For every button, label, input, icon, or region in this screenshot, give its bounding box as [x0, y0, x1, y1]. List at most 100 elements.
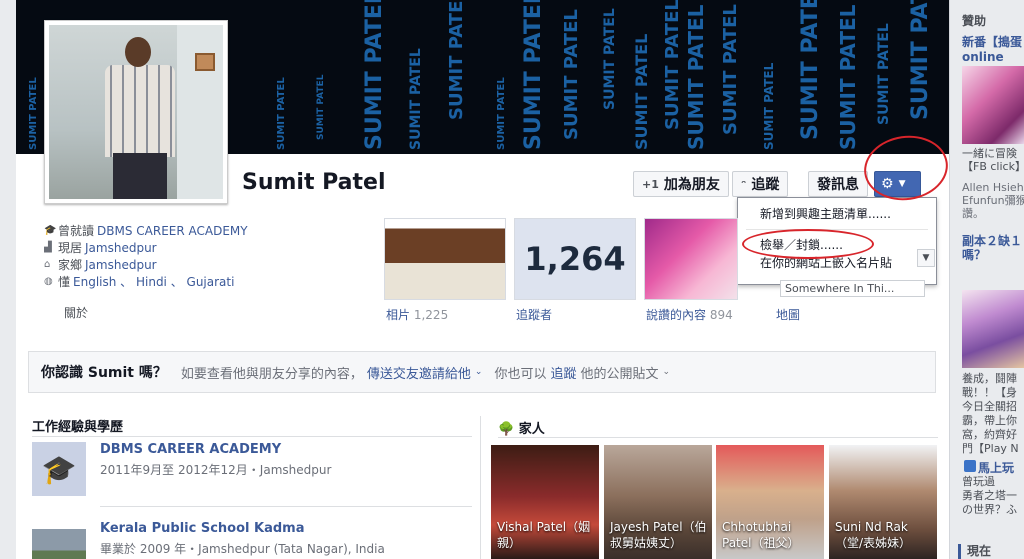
sidebar-footer[interactable]: 現在 [958, 544, 991, 559]
followers-count: 1,264 [524, 240, 626, 278]
work-education-title: 工作經驗與學歷 [32, 420, 124, 435]
photos-count: 1,225 [413, 308, 449, 322]
ad-text: 今日全關招 [962, 400, 1017, 413]
ad-title[interactable]: 馬上玩 [964, 460, 1014, 476]
about-link[interactable]: 關於 [64, 304, 88, 321]
sponsored-title: 贊助 [962, 14, 987, 28]
cover-text: SUMIT PATEL [276, 77, 287, 150]
family-member-caption: Jayesh Patel（伯叔舅姑姨丈） [610, 520, 707, 550]
info-value-link[interactable]: DBMS CAREER ACADEMY [97, 224, 248, 238]
education-detail: 畢業於 2009 年・Jamshedpur (Tata Nagar), Indi… [100, 542, 385, 556]
family-member-caption: Suni Nd Rak（堂/表姊妹） [835, 520, 912, 550]
cover-text: SUMIT PATEL [602, 8, 618, 110]
info-value-link[interactable]: Jamshedpur [85, 258, 157, 272]
family-member[interactable]: Suni Nd Rak（堂/表姊妹） [829, 445, 937, 559]
ad-text: 一緒に冒険 [962, 147, 1017, 160]
ad-social: Efunfun彌猴 [962, 194, 1024, 207]
profile-picture[interactable] [44, 20, 228, 204]
follow-link[interactable]: 追蹤 [550, 363, 576, 382]
left-margin [0, 0, 16, 559]
ad-social: Allen Hsieh [962, 181, 1024, 194]
family-member-caption: Vishal Patel（姻親） [497, 520, 591, 550]
cover-text: SUMIT PATEL [561, 9, 582, 140]
know-him-bar: 你認識 Sumit 嗎？ 如要查看他與朋友分享的內容， 傳送交友邀請給他 ⌄ 你… [28, 351, 936, 393]
know-text-2: 你也可以 [494, 366, 547, 382]
home-icon: ⌂ [44, 259, 51, 270]
family-member-caption: Chhotubhai Patel（祖父） [722, 520, 800, 550]
likes-label: 說讚的內容 [646, 308, 707, 322]
cover-text: SUMIT PATEL [876, 23, 892, 125]
message-button[interactable]: 發訊息 [808, 171, 868, 197]
cover-text: SUMIT PATEL [720, 4, 741, 135]
map-tile-label[interactable]: 地圖 [776, 306, 800, 323]
ad-title[interactable]: 嗎？ [962, 248, 986, 263]
cover-text: SUMIT PATEL [632, 33, 651, 150]
education-school[interactable]: Kerala Public School Kadma [100, 521, 304, 536]
dropdown-caret-icon[interactable]: ⌄ [663, 367, 671, 377]
info-row-hometown: ⌂ 家鄉 Jamshedpur [44, 256, 374, 273]
cover-text: SUMIT PATEL [446, 0, 467, 120]
sponsored-sidebar: 贊助 新番【搗蛋 online 一緒に冒険 【FB click】 Allen H… [949, 0, 1024, 559]
ad-text: 【FB click】 [962, 160, 1024, 173]
message-label: 發訊息 [817, 177, 859, 193]
photos-tile-label[interactable]: 相片 1,225 [386, 306, 448, 323]
ad-text: 窩，約齊好 [962, 428, 1017, 441]
ad-text: の世界？ふ [962, 503, 1017, 516]
info-row-education: 🎓 曾就讀 DBMS CAREER ACADEMY [44, 222, 374, 239]
info-row-languages: ◍ 懂 English 、 Hindi 、 Gujarati [44, 273, 374, 290]
likes-tile-label[interactable]: 說讚的內容 894 [646, 306, 733, 323]
cover-text: SUMIT PATEL [836, 4, 860, 150]
school-icon: 🎓 [44, 225, 57, 236]
followers-tile[interactable]: 1,264 [514, 218, 636, 300]
family-member[interactable]: Vishal Patel（姻親） [491, 445, 599, 559]
ad-subtitle[interactable]: online [962, 50, 1004, 65]
photos-tile[interactable] [384, 218, 506, 300]
city-icon: ▟ [44, 242, 52, 253]
map-location-text[interactable]: Somewhere In Thi... [780, 280, 925, 297]
ad-text: 曾玩過 [962, 475, 995, 488]
cover-text: SUMIT PATEL [408, 48, 424, 150]
cover-text: SUMIT PATEL [362, 0, 387, 150]
tree-icon: 🌳 [498, 422, 515, 437]
ad-text: 霸，帶上你 [962, 414, 1017, 427]
family-member[interactable]: Jayesh Patel（伯叔舅姑姨丈） [604, 445, 712, 559]
ad-title-text: 馬上玩 [978, 461, 1015, 475]
education-school[interactable]: DBMS CAREER ACADEMY [100, 442, 281, 457]
info-value-link[interactable]: Jamshedpur [85, 241, 157, 255]
cover-text: SUMIT PATEL [908, 0, 933, 120]
ad-image[interactable] [962, 290, 1024, 368]
profile-name[interactable]: Sumit Patel [242, 170, 386, 195]
cover-text: SUMIT PATEL [316, 74, 326, 140]
family-title-text: 家人 [518, 422, 545, 437]
ad-text: 門【Play N [962, 442, 1019, 455]
cover-text: SUMIT PATEL [28, 77, 39, 150]
dropdown-caret-icon[interactable]: ⌄ [475, 367, 483, 377]
add-friend-label: 加為朋友 [663, 177, 720, 193]
education-detail: 2011年9月至 2012年12月・Jamshedpur [100, 463, 332, 477]
add-friend-button[interactable]: +1 加為朋友 [633, 171, 729, 197]
ad-title[interactable]: 新番【搗蛋 [962, 35, 1022, 50]
family-member[interactable]: Chhotubhai Patel（祖父） [716, 445, 824, 559]
likes-tile[interactable] [644, 218, 738, 300]
menu-item-add-to-interest-list[interactable]: 新增到興趣主題清單...... [738, 205, 936, 223]
follow-button[interactable]: ᵔ 追蹤 [732, 171, 789, 197]
ad-title[interactable]: 副本２缺１ [962, 234, 1022, 249]
cover-text: SUMIT PATEL [662, 0, 683, 130]
info-value-link[interactable]: English 、 Hindi 、 Gujarati [73, 273, 234, 290]
info-label: 懂 [58, 275, 71, 289]
divider [100, 506, 472, 507]
map-dropdown-caret[interactable]: ▼ [917, 249, 935, 267]
ad-image[interactable] [962, 66, 1024, 144]
profile-photo [49, 25, 223, 199]
info-label: 曾就讀 [58, 224, 95, 238]
education-item: 🎓 DBMS CAREER ACADEMY 2011年9月至 2012年12月・… [32, 442, 472, 498]
cover-text: SUMIT PATEL [798, 0, 823, 140]
followers-tile-label[interactable]: 追蹤者 [516, 306, 552, 323]
send-friend-request-link[interactable]: 傳送交友邀請給他 [367, 363, 471, 382]
info-label: 家鄉 [58, 258, 83, 272]
info-row-lives: ▟ 現居 Jamshedpur [44, 239, 374, 256]
profile-main: SUMIT PATEL SUMIT PATEL SUMIT PATEL SUMI… [16, 0, 949, 559]
school-building-image [32, 518, 86, 559]
game-icon [964, 460, 976, 472]
likes-count: 894 [709, 308, 733, 322]
